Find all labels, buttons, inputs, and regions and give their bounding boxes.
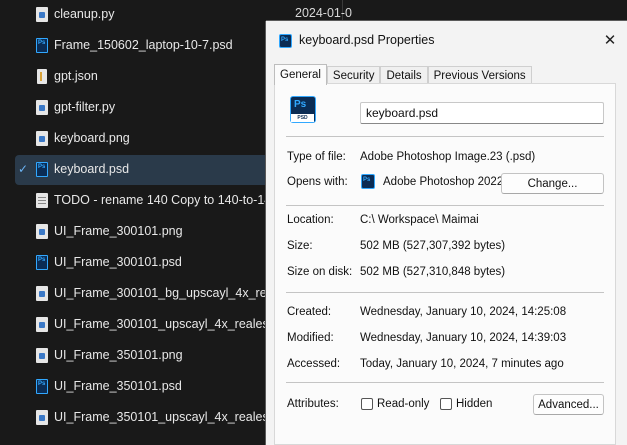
checkmark-icon[interactable]: ✓ — [18, 163, 30, 175]
psd-file-icon — [36, 38, 48, 53]
filename-field[interactable] — [360, 102, 604, 124]
png-file-icon — [36, 131, 48, 146]
png-file-icon — [36, 317, 48, 332]
opens-with-value: Adobe Photoshop 2022 — [383, 176, 504, 188]
opens-with-label: Opens with: — [287, 176, 348, 188]
accessed-label: Accessed: — [287, 358, 341, 370]
file-name: gpt-filter.py — [54, 100, 116, 114]
file-name: keyboard.png — [54, 131, 130, 145]
file-name: UI_Frame_350101.psd — [54, 379, 182, 393]
file-name: UI_Frame_350101_upscayl_4x_realesrg... — [54, 410, 291, 424]
file-date: 2024-01-0 — [295, 6, 352, 20]
size-label: Size: — [287, 240, 313, 252]
divider — [286, 205, 604, 206]
dialog-title: keyboard.psd Properties — [299, 33, 435, 47]
psd-file-icon — [36, 379, 48, 394]
psd-file-icon — [36, 162, 48, 177]
py-file-icon — [36, 7, 48, 22]
advanced-button[interactable]: Advanced... — [533, 394, 604, 415]
file-name: TODO - rename 140 Copy to 140-to-14... — [54, 193, 282, 207]
file-name: UI_Frame_300101_upscayl_4x_realesrg... — [54, 317, 291, 331]
accessed-value: Today, January 10, 2024, 7 minutes ago — [360, 358, 564, 370]
file-name: gpt.json — [54, 69, 98, 83]
file-name: UI_Frame_350101.png — [54, 348, 183, 362]
dialog-titlebar[interactable]: keyboard.psd Properties ✕ — [266, 21, 627, 59]
tab-strip: General Security Details Previous Versio… — [274, 64, 532, 85]
png-file-icon — [36, 224, 48, 239]
file-name: cleanup.py — [54, 7, 115, 21]
file-row[interactable]: cleanup.py 2024-01-0 — [15, 0, 352, 30]
file-name: UI_Frame_300101_bg_upscayl_4x_reale... — [54, 286, 294, 300]
size-on-disk-value: 502 MB (527,310,848 bytes) — [360, 266, 506, 278]
general-tab-panel — [274, 83, 616, 445]
size-value: 502 MB (527,307,392 bytes) — [360, 240, 506, 252]
file-name: keyboard.psd — [54, 162, 130, 176]
created-label: Created: — [287, 306, 332, 318]
file-row[interactable]: UI_Frame_350101.psd — [15, 372, 270, 402]
photoshop-file-icon: Ps PSD — [290, 96, 316, 123]
file-row[interactable]: UI_Frame_350101.png — [15, 341, 270, 371]
json-file-icon — [37, 69, 47, 84]
location-label: Location: — [287, 214, 334, 226]
file-name: Frame_150602_laptop-10-7.psd — [54, 38, 233, 52]
file-row[interactable]: Frame_150602_laptop-10-7.psd — [15, 31, 270, 61]
attributes-label: Attributes: — [287, 398, 339, 410]
file-row[interactable]: UI_Frame_300101.psd — [15, 248, 270, 278]
readonly-checkbox[interactable] — [361, 398, 373, 410]
py-file-icon — [36, 100, 48, 115]
hidden-label[interactable]: Hidden — [456, 398, 492, 410]
psd-file-icon — [36, 255, 48, 270]
file-row[interactable]: gpt-filter.py — [15, 93, 270, 123]
file-name: UI_Frame_300101.png — [54, 224, 183, 238]
png-file-icon — [36, 286, 48, 301]
file-row[interactable]: ✓ keyboard.psd — [15, 155, 270, 185]
created-value: Wednesday, January 10, 2024, 14:25:08 — [360, 306, 567, 318]
divider — [286, 136, 604, 137]
modified-value: Wednesday, January 10, 2024, 14:39:03 — [360, 332, 567, 344]
png-file-icon — [36, 348, 48, 363]
file-row[interactable]: gpt.json — [15, 62, 270, 92]
file-name: UI_Frame_300101.psd — [54, 255, 182, 269]
file-row[interactable]: TODO - rename 140 Copy to 140-to-14... — [15, 186, 282, 216]
tab-general[interactable]: General — [274, 64, 327, 85]
type-label: Type of file: — [287, 151, 346, 163]
file-row[interactable]: UI_Frame_300101_upscayl_4x_realesrg... — [15, 310, 290, 340]
change-button[interactable]: Change... — [501, 173, 604, 194]
photoshop-file-icon — [279, 34, 292, 48]
readonly-label[interactable]: Read-only — [377, 398, 429, 410]
file-row[interactable]: UI_Frame_300101.png — [15, 217, 270, 247]
psd-icon-text: PSD — [291, 114, 314, 122]
file-row[interactable]: UI_Frame_350101_upscayl_4x_realesrg... — [15, 403, 290, 433]
ps-icon-text: Ps — [294, 99, 307, 110]
location-value: C:\ Workspace\ Maimai — [360, 214, 479, 226]
properties-dialog: keyboard.psd Properties ✕ General Securi… — [266, 21, 627, 445]
divider — [286, 382, 604, 383]
png-file-icon — [36, 410, 48, 425]
txt-file-icon — [36, 193, 48, 208]
size-on-disk-label: Size on disk: — [287, 266, 353, 278]
file-row[interactable]: keyboard.png — [15, 124, 270, 154]
file-row[interactable]: UI_Frame_300101_bg_upscayl_4x_reale... — [15, 279, 294, 309]
type-value: Adobe Photoshop Image.23 (.psd) — [360, 151, 536, 163]
photoshop-app-icon — [361, 174, 375, 189]
hidden-checkbox[interactable] — [440, 398, 452, 410]
close-icon[interactable]: ✕ — [597, 28, 623, 52]
modified-label: Modified: — [287, 332, 334, 344]
divider — [286, 292, 604, 293]
